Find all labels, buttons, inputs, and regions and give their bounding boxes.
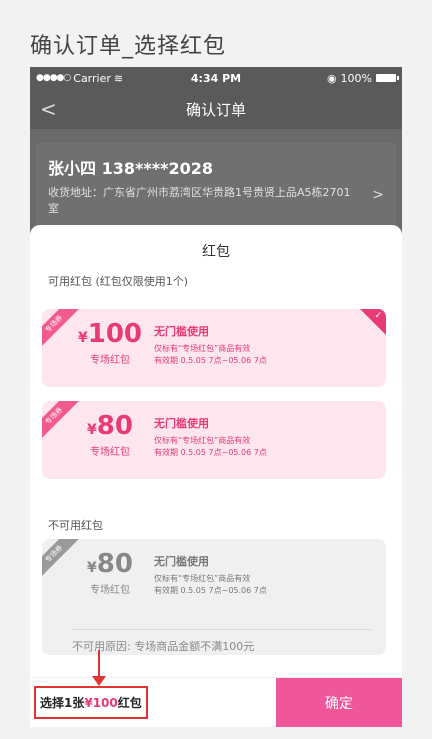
chevron-right-icon: > <box>372 187 384 203</box>
lock-icon: ◉ <box>326 71 337 85</box>
coupon-card-100[interactable]: 专场券 ¥100 专场红包 无门槛使用 仅标有“专场红包”商品有效 有效期 0.5… <box>42 309 386 387</box>
coupon-name: 无门槛使用 <box>154 555 209 568</box>
battery-icon <box>376 74 399 82</box>
annotation-arrow-icon <box>92 676 106 686</box>
coupon-type: 专场红包 <box>90 447 130 458</box>
coupon-name: 无门槛使用 <box>154 325 209 338</box>
selected-corner <box>360 309 386 335</box>
currency-symbol: ¥ <box>87 560 97 576</box>
back-icon[interactable]: < <box>40 97 57 121</box>
battery-percent: 100% <box>340 71 372 85</box>
unavailable-reason: 不可用原因: 专场商品金额不满100元 <box>72 629 372 654</box>
status-time: 4:34 PM <box>190 71 242 85</box>
check-icon: ✓ <box>374 311 382 321</box>
address-card: 张小四 138****2028 收货地址：广东省广州市荔湾区华贵路1号贵贤上品A… <box>36 143 396 237</box>
coupon-type: 专场红包 <box>90 585 130 596</box>
currency-symbol: ¥ <box>87 422 97 438</box>
sheet-title: 红包 <box>202 244 230 260</box>
coupon-card-unavailable: 专场券 ¥80 专场红包 无门槛使用 仅标有“专场红包”商品有效 有效期 0.5.… <box>42 539 386 655</box>
coupon-type: 专场红包 <box>90 355 130 366</box>
coupon-validity: 有效期 0.5.05 7点~05.06 7点 <box>154 448 267 457</box>
currency-symbol: ¥ <box>77 330 88 346</box>
bottom-bar: 选择1张¥100红包 确定 <box>30 677 402 727</box>
coupon-validity: 有效期 0.5.05 7点~05.06 7点 <box>154 356 267 365</box>
selected-amount: ¥100 <box>84 696 118 710</box>
coupon-desc: 仅标有“专场红包”商品有效 <box>154 436 251 445</box>
coupon-amount: 80 <box>96 411 133 441</box>
page-title: 确认订单_选择红包 <box>30 34 227 59</box>
phone-screen: ●●●●○ Carrier ≋ 4:34 PM ◉ 100% < 确认订单 张小… <box>30 67 402 727</box>
carrier-name: Carrier <box>73 71 111 85</box>
coupon-name: 无门槛使用 <box>154 417 209 430</box>
coupon-amount: 80 <box>96 549 133 579</box>
coupon-desc: 仅标有“专场红包”商品有效 <box>154 344 251 353</box>
address-line: 收货地址：广东省广州市荔湾区华贵路1号贵贤上品A5栋2701室 <box>48 186 351 215</box>
nav-title: 确认订单 <box>185 100 246 119</box>
status-bar: ●●●●○ Carrier ≋ 4:34 PM ◉ 100% <box>30 67 402 89</box>
unavailable-label: 不可用红包 <box>48 519 103 532</box>
signal-icon: ●●●●○ <box>36 73 71 83</box>
coupon-sheet: 红包 可用红包 (红包仅限使用1个) 专场券 ¥100 专场红包 无门槛使用 仅… <box>30 225 402 675</box>
nav-bar: < 确认订单 <box>30 89 402 129</box>
coupon-desc: 仅标有“专场红包”商品有效 <box>154 574 251 583</box>
available-label: 可用红包 (红包仅限使用1个) <box>48 275 189 288</box>
coupon-validity: 有效期 0.5.05 7点~05.06 7点 <box>154 586 267 595</box>
confirm-button[interactable]: 确定 <box>276 678 402 727</box>
coupon-amount: 100 <box>87 319 143 349</box>
selection-summary: 选择1张¥100红包 <box>34 686 148 719</box>
recipient-name: 张小四 138****2028 <box>48 159 213 178</box>
wifi-icon: ≋ <box>113 71 124 85</box>
coupon-card-80[interactable]: 专场券 ¥80 专场红包 无门槛使用 仅标有“专场红包”商品有效 有效期 0.5.… <box>42 401 386 479</box>
